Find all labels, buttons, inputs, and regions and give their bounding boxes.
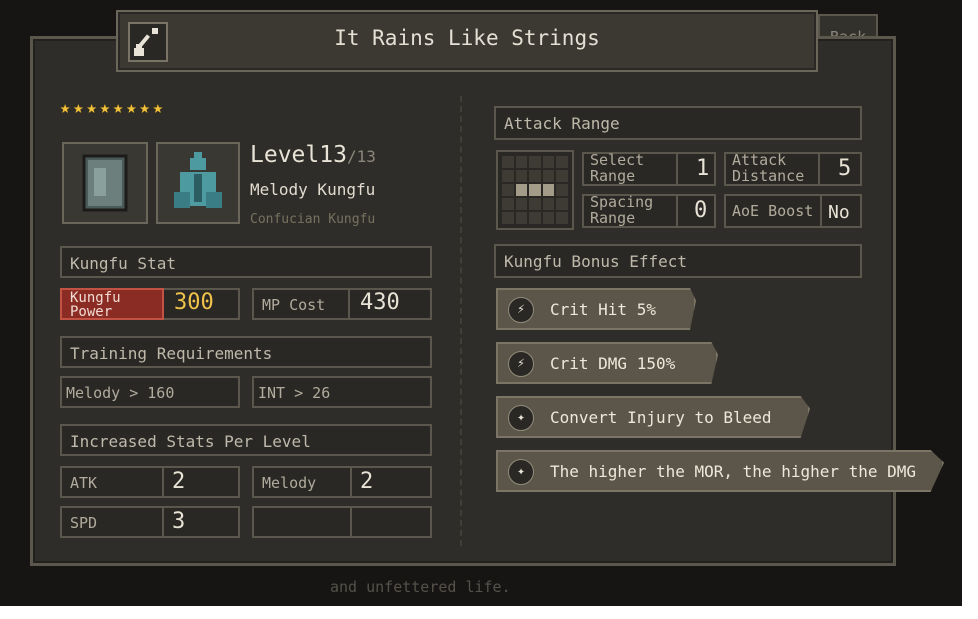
mp-cost-label: MP Cost [262,296,326,314]
spd-value: 3 [172,509,186,534]
select-range-value: 1 [696,156,710,181]
star-icon: ★ [152,98,163,118]
lightning-icon: ⚡ [508,351,534,377]
mp-cost-value: 430 [360,290,400,315]
star-rating: ★ ★ ★ ★ ★ ★ ★ ★ [60,98,163,118]
lightning-icon: ⚡ [508,297,534,323]
attack-range-grid [496,150,574,230]
star-icon: ★ [126,98,137,118]
empty-label-box [252,506,352,538]
training-requirements-header: Training Requirements [60,336,432,368]
atk-value: 2 [172,469,186,494]
level-current: 13 [319,142,347,168]
compass-icon: ✦ [508,459,534,485]
attack-distance-value: 5 [838,156,852,181]
level-label: Level [250,142,320,168]
kungfu-title: It Rains Like Strings [334,26,600,50]
bonus-effect-item: ✦ Convert Injury to Bleed [496,396,810,438]
bottom-description-text: and unfettered life. [330,578,511,596]
bonus-effect-text: Crit Hit 5% [550,300,656,319]
bonus-effect-item: ⚡ Crit Hit 5% [496,288,696,330]
spd-label: SPD [70,514,98,532]
book-icon [62,142,148,224]
kungfu-bonus-effect-header: Kungfu Bonus Effect [494,244,862,278]
requirement-int-text: INT > 26 [258,384,331,402]
level-display: Level13/13 [250,142,376,168]
spacing-range-value: 0 [694,198,708,223]
star-icon: ★ [139,98,150,118]
bonus-effect-text: The higher the MOR, the higher the DMG [550,462,917,481]
aoe-boost-value: No [828,202,850,223]
star-icon: ★ [73,98,84,118]
star-icon: ★ [86,98,97,118]
compass-icon: ✦ [508,405,534,431]
spacing-range-label: Spacing Range [590,193,654,227]
kungfu-name: Melody Kungfu [250,180,376,199]
bonus-effect-item: ✦ The higher the MOR, the higher the DMG [496,450,944,492]
column-divider [460,96,462,546]
star-icon: ★ [113,98,124,118]
star-icon: ★ [60,98,71,118]
requirement-melody-text: Melody > 160 [66,384,175,402]
character-portrait [156,142,240,224]
melody-value: 2 [360,469,374,494]
atk-label: ATK [70,474,98,492]
select-range-label: Select Range [590,151,645,185]
melody-label: Melody [262,474,317,492]
attack-range-header: Attack Range [494,106,862,140]
kungfu-power-value: 300 [174,290,214,315]
attack-distance-label: Attack Distance [732,151,805,185]
kungfu-power-label: Kungfu Power [60,288,164,320]
bonus-effect-item: ⚡ Crit DMG 150% [496,342,718,384]
aoe-boost-label: AoE Boost [732,202,814,220]
kungfu-stat-header: Kungfu Stat [60,246,432,278]
star-icon: ★ [99,98,110,118]
increased-stats-header: Increased Stats Per Level [60,424,432,456]
level-max: /13 [346,147,376,166]
bonus-effect-text: Crit DMG 150% [550,354,676,373]
bonus-effect-text: Convert Injury to Bleed [550,408,772,427]
kungfu-school: Confucian Kungfu [250,212,376,227]
